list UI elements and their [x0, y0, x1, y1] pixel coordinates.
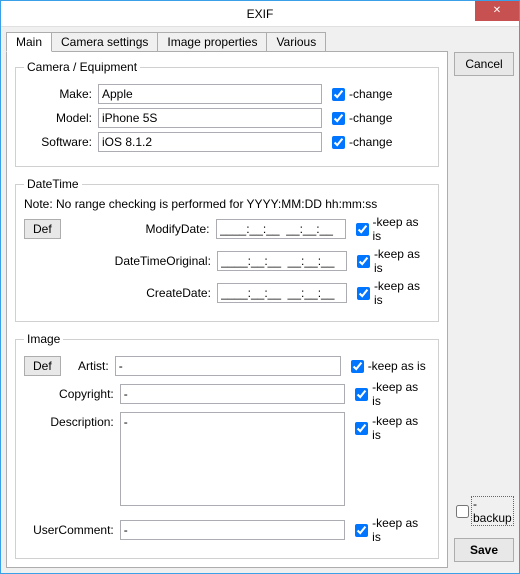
checkbox-copyright-keep[interactable] — [355, 388, 368, 401]
tab-image-properties[interactable]: Image properties — [158, 32, 267, 52]
titlebar: EXIF ✕ — [1, 1, 519, 27]
input-createdate[interactable] — [217, 283, 347, 303]
label-artist: Artist: — [61, 359, 115, 373]
note-datetime: Note: No range checking is performed for… — [24, 197, 430, 211]
input-model[interactable] — [98, 108, 322, 128]
input-software[interactable] — [98, 132, 322, 152]
label-datetimeoriginal-keep: -keep as is — [374, 247, 430, 275]
window-title: EXIF — [1, 7, 519, 21]
save-button[interactable]: Save — [454, 538, 514, 562]
tab-body-main: Camera / Equipment Make: -change Model: … — [6, 51, 448, 568]
label-make: Make: — [24, 87, 98, 101]
label-description: Description: — [24, 412, 120, 429]
label-backup: -backup — [471, 496, 514, 526]
input-copyright[interactable] — [120, 384, 345, 404]
label-datetimeoriginal: DateTimeOriginal: — [24, 254, 217, 268]
label-model-change: -change — [349, 111, 392, 125]
legend-image: Image — [24, 332, 63, 346]
input-modifydate[interactable] — [216, 219, 346, 239]
group-camera-equipment: Camera / Equipment Make: -change Model: … — [15, 60, 439, 167]
checkbox-modifydate-keep[interactable] — [356, 223, 369, 236]
checkbox-datetimeoriginal-keep[interactable] — [357, 255, 370, 268]
input-make[interactable] — [98, 84, 322, 104]
label-make-change: -change — [349, 87, 392, 101]
label-usercomment-keep: -keep as is — [372, 516, 430, 544]
group-datetime: DateTime Note: No range checking is perf… — [15, 177, 439, 322]
checkbox-usercomment-keep[interactable] — [355, 524, 368, 537]
tab-strip: Main Camera settings Image properties Va… — [6, 32, 448, 52]
label-usercomment: UserComment: — [24, 523, 120, 537]
checkbox-artist-keep[interactable] — [351, 360, 364, 373]
close-icon[interactable]: ✕ — [475, 1, 519, 21]
legend-camera-equipment: Camera / Equipment — [24, 60, 140, 74]
checkbox-model-change[interactable] — [332, 112, 345, 125]
input-description[interactable] — [120, 412, 345, 506]
label-artist-keep: -keep as is — [368, 359, 426, 373]
tab-main[interactable]: Main — [6, 32, 52, 52]
cancel-button[interactable]: Cancel — [454, 52, 514, 76]
checkbox-make-change[interactable] — [332, 88, 345, 101]
label-software-change: -change — [349, 135, 392, 149]
tab-various[interactable]: Various — [267, 32, 326, 52]
label-copyright-keep: -keep as is — [372, 380, 430, 408]
legend-datetime: DateTime — [24, 177, 82, 191]
label-modifydate: ModifyDate: — [61, 222, 216, 236]
button-datetime-def[interactable]: Def — [24, 219, 61, 239]
input-usercomment[interactable] — [120, 520, 345, 540]
label-createdate: CreateDate: — [24, 286, 217, 300]
group-image: Image Def Artist: -keep as is Copyright:… — [15, 332, 439, 559]
label-description-keep: -keep as is — [372, 414, 430, 442]
checkbox-description-keep[interactable] — [355, 422, 368, 435]
checkbox-software-change[interactable] — [332, 136, 345, 149]
input-artist[interactable] — [115, 356, 341, 376]
input-datetimeoriginal[interactable] — [217, 251, 347, 271]
label-copyright: Copyright: — [24, 387, 120, 401]
checkbox-backup[interactable] — [456, 505, 469, 518]
checkbox-createdate-keep[interactable] — [357, 287, 370, 300]
label-software: Software: — [24, 135, 98, 149]
label-createdate-keep: -keep as is — [374, 279, 430, 307]
button-image-def[interactable]: Def — [24, 356, 61, 376]
label-modifydate-keep: -keep as is — [373, 215, 431, 243]
label-model: Model: — [24, 111, 98, 125]
tab-camera-settings[interactable]: Camera settings — [52, 32, 158, 52]
